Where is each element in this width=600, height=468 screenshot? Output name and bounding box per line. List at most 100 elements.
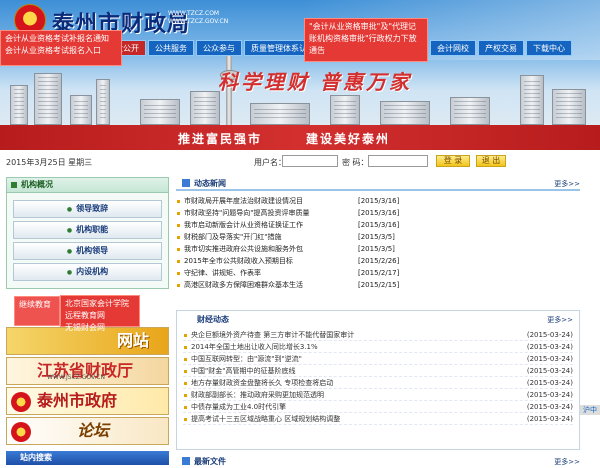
building (330, 95, 360, 125)
latest-files-title: 最新文件 (182, 457, 226, 466)
ad3-text: 泰州市政府 (37, 391, 118, 410)
menu-leaders[interactable]: 机构领导 (13, 242, 162, 260)
finance-item-date: (2015-03-24) (526, 415, 573, 423)
slogan-left: 推进富民强市 (178, 132, 263, 146)
ime-indicator: 沪中 (580, 405, 600, 415)
news-item[interactable]: 市财政坚持"问题导向"提高投资评审质量 [2015/3/16] (176, 207, 580, 219)
news-section: 动态新闻 更多>> 市财政局开展年度法治财政建设情况目 [2015/3/16] 市… (176, 177, 580, 291)
ad-banner-forum[interactable]: 论坛 (6, 417, 169, 445)
news-more-link[interactable]: 更多>> (554, 179, 580, 189)
finance-item[interactable]: 中国"财金"高管期中的征基阶底线 (2015-03-24) (183, 365, 573, 377)
ad-banner-jiangsu-finance[interactable]: 江苏省财政厅 WWW.JSCZ.GOV.CN (6, 357, 169, 385)
news-item-title[interactable]: 2015年全市公共财政收入预期目标 (184, 257, 293, 265)
finance-section: 财经动态 更多>> 央企巨额境外资产待查 第三方审计不能代替国家审计 (2015-… (176, 310, 580, 450)
finance-item-title[interactable]: 财政部副部长：推动政府采购更加规范透明 (191, 391, 324, 399)
news-item[interactable]: 财税部门及导落实"开门红"措施 [2015/3/5] (176, 231, 580, 243)
education-links-popup[interactable]: 北京国家会计学院 远程教育网 无锡财会网 (60, 295, 140, 332)
news-item-date: [2015/2/17] (358, 269, 400, 277)
finance-item[interactable]: 地方存量财政资金盘整将长久 专项检查将启动 (2015-03-24) (183, 377, 573, 389)
finance-more-link[interactable]: 更多>> (547, 315, 573, 325)
finance-item-title[interactable]: 中债存量成为工业4.0时代引擎 (191, 403, 286, 411)
exam-notice-popup[interactable]: 会计从业资格考试补报名通知 会计从业资格考试报名入口 (0, 30, 122, 66)
ad1-text: 网站 (117, 331, 150, 350)
username-input[interactable] (282, 155, 338, 167)
news-item-date: [2015/2/26] (358, 257, 400, 265)
news-item-title[interactable]: 财税部门及导落实"开门红"措施 (184, 233, 281, 241)
building (70, 95, 92, 125)
menu-leader-speech[interactable]: 领导致辞 (13, 200, 162, 218)
news-header: 动态新闻 更多>> (176, 177, 580, 191)
news-item[interactable]: 我市切实推进政府公共设施和服务外包 [2015/3/5] (176, 243, 580, 255)
news-item-title[interactable]: 市财政坚持"问题导向"提高投资评审质量 (184, 209, 309, 217)
finance-item[interactable]: 中国互联网转型：由"源流"到"逆流" (2015-03-24) (183, 353, 573, 365)
password-input[interactable] (368, 155, 428, 167)
latest-files-header: 最新文件 更多>> (176, 454, 580, 468)
org-overview-header: 机构概况 (6, 177, 169, 193)
news-item[interactable]: 高港区财政多方保障困难群众基本生活 [2015/2/15] (176, 279, 580, 291)
finance-item-title[interactable]: 央企巨额境外资产待查 第三方审计不能代替国家审计 (191, 331, 354, 339)
nav-item-downloads[interactable]: 下载中心 (526, 40, 572, 56)
news-item[interactable]: 守纪律、讲规矩、作表率 [2015/2/17] (176, 267, 580, 279)
finance-title: 财经动态 (197, 315, 229, 324)
site-url-gov: WWW.TZCZ.GOV.CN (168, 18, 229, 25)
ad2-url: WWW.JSCZ.GOV.CN (47, 374, 105, 381)
finance-list: 央企巨额境外资产待查 第三方审计不能代替国家审计 (2015-03-24) 201… (183, 329, 573, 425)
nav-item-property-trade[interactable]: 产权交易 (478, 40, 524, 56)
finance-item[interactable]: 财政部副部长：推动政府采购更加规范透明 (2015-03-24) (183, 389, 573, 401)
news-title: 动态新闻 (182, 179, 226, 188)
nav-item-public-service[interactable]: 公共服务 (148, 40, 194, 56)
building (250, 103, 310, 125)
ad-banner-taizhou-gov[interactable]: 泰州市政府 (6, 387, 169, 415)
news-item[interactable]: 2015年全市公共财政收入预期目标 [2015/2/26] (176, 255, 580, 267)
main-nav: 财政公开 公共服务 公众参与 质量管理体系认证 (100, 40, 324, 56)
news-item-date: [2015/3/5] (358, 245, 395, 253)
latest-files-more-link[interactable]: 更多>> (554, 457, 580, 467)
news-item-title[interactable]: 我市启动新版会计从业资格证换证工作 (184, 221, 303, 229)
menu-departments[interactable]: 内设机构 (13, 263, 162, 281)
slogan-right: 建设美好泰州 (306, 132, 391, 146)
news-item-title[interactable]: 高港区财政多方保障困难群众基本生活 (184, 281, 303, 289)
slogan: 科学理财 普惠万家 (218, 70, 412, 94)
news-item-date: [2015/2/15] (358, 281, 400, 289)
news-item-date: [2015/3/16] (358, 197, 400, 205)
emblem-icon (11, 392, 31, 412)
finance-item-date: (2015-03-24) (526, 331, 573, 339)
news-item-date: [2015/3/16] (358, 221, 400, 229)
site-search-header: 站内搜索 (6, 451, 169, 465)
finance-item[interactable]: 中债存量成为工业4.0时代引擎 (2015-03-24) (183, 401, 573, 413)
finance-item-title[interactable]: 中国互联网转型：由"源流"到"逆流" (191, 355, 302, 363)
finance-item-title[interactable]: 提高考试十三五区域战略重心 区域规划结构调整 (191, 415, 340, 423)
finance-item[interactable]: 2014年全国土地出让收入同比增长3.1% (2015-03-24) (183, 341, 573, 353)
building (520, 75, 544, 125)
logout-button[interactable]: 退 出 (476, 155, 506, 167)
finance-item-title[interactable]: 中国"财金"高管期中的征基阶底线 (191, 367, 295, 375)
org-menu: 领导致辞 机构职能 机构领导 内设机构 (6, 193, 169, 289)
news-item[interactable]: 我市启动新版会计从业资格证换证工作 [2015/3/16] (176, 219, 580, 231)
finance-item[interactable]: 提高考试十三五区域战略重心 区域规划结构调整 (2015-03-24) (183, 413, 573, 425)
building (552, 89, 586, 125)
news-item-title[interactable]: 我市切实推进政府公共设施和服务外包 (184, 245, 303, 253)
news-item-title[interactable]: 守纪律、讲规矩、作表率 (184, 269, 261, 277)
menu-functions[interactable]: 机构职能 (13, 221, 162, 239)
current-date: 2015年3月25日 星期三 (6, 158, 93, 167)
finance-item-date: (2015-03-24) (526, 391, 573, 399)
finance-item-date: (2015-03-24) (526, 367, 573, 375)
nav-item-public-participation[interactable]: 公众参与 (196, 40, 242, 56)
main-nav-right: 会计网校 产权交易 下载中心 (430, 40, 574, 56)
emblem-icon (11, 422, 31, 442)
finance-item[interactable]: 央企巨额境外资产待查 第三方审计不能代替国家审计 (2015-03-24) (183, 329, 573, 341)
news-item[interactable]: 市财政局开展年度法治财政建设情况目 [2015/3/16] (176, 195, 580, 207)
finance-item-date: (2015-03-24) (526, 355, 573, 363)
news-list: 市财政局开展年度法治财政建设情况目 [2015/3/16] 市财政坚持"问题导向"… (176, 195, 580, 291)
news-item-date: [2015/3/16] (358, 209, 400, 217)
power-delegation-popup[interactable]: "会计从业资格审批"及"代理记账机构资格审批"行政权力下放通告 (304, 18, 428, 62)
continuing-education-popup[interactable]: 继续教育 (14, 296, 60, 326)
finance-item-title[interactable]: 2014年全国土地出让收入同比增长3.1% (191, 343, 318, 351)
nav-item-accounting-school[interactable]: 会计网校 (430, 40, 476, 56)
ad4-text: 论坛 (77, 421, 110, 440)
news-item-title[interactable]: 市财政局开展年度法治财政建设情况目 (184, 197, 303, 205)
news-item-date: [2015/3/5] (358, 233, 395, 241)
finance-item-date: (2015-03-24) (526, 343, 573, 351)
login-button[interactable]: 登 录 (436, 155, 470, 167)
finance-item-title[interactable]: 地方存量财政资金盘整将长久 专项检查将启动 (191, 379, 333, 387)
